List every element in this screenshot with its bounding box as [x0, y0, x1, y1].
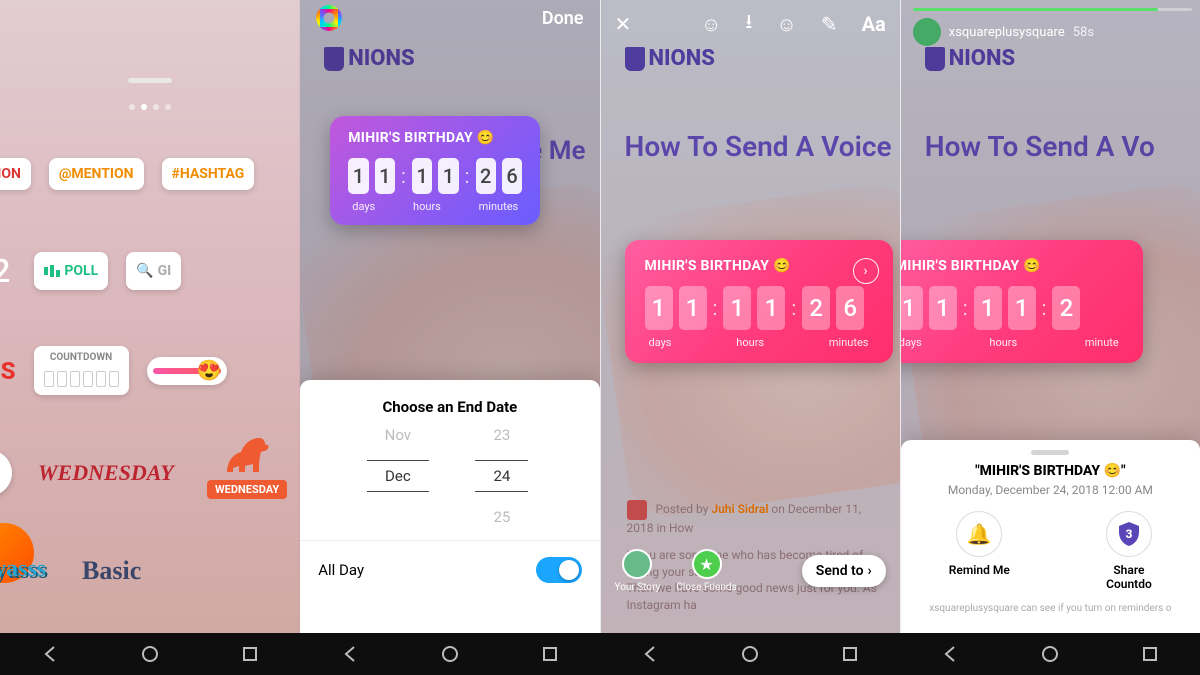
panel-sticker-tray: ATION @MENTION #HASHTAG 3 2 POLL 🔍 GI IO… [0, 0, 300, 633]
sticker-location[interactable]: ATION [0, 158, 31, 190]
android-navbar [0, 633, 300, 675]
day-next[interactable]: 25 [493, 508, 510, 526]
sticker-emoji-slider[interactable]: 😍 [147, 357, 227, 385]
close-friends-button[interactable]: ★ Close Friends [676, 549, 736, 593]
label-hours: hours [413, 200, 441, 213]
sticker-mention[interactable]: @MENTION [49, 158, 144, 190]
date-picker[interactable]: Nov Dec 23 24 25 [300, 426, 599, 526]
story-bottom-bar: Your Story ★ Close Friends Send to› [601, 549, 900, 593]
story-progress [913, 8, 1192, 11]
countdown-title: MIHIR'S BIRTHDAY 😊 [348, 130, 522, 146]
countdown-label: COUNTDOWN [50, 352, 112, 363]
sheet-countdown-datetime: Monday, December 24, 2018 12:00 AM [901, 483, 1200, 497]
done-button[interactable]: Done [542, 8, 584, 29]
android-navbar [900, 633, 1200, 675]
date-picker-sheet: Choose an End Date Nov Dec 23 24 25 All … [300, 380, 599, 633]
sticker-basic[interactable]: Basic [82, 556, 141, 586]
sticker-gif-search[interactable]: 🔍 GI [126, 252, 181, 290]
camel-label: WEDNESDAY [207, 480, 287, 499]
countdown-title: MIHIR'S BIRTHDAY 😊 [645, 258, 873, 274]
countdown-digits: 11 : 11 : 2 [901, 286, 1123, 330]
sticker-poll[interactable]: POLL [34, 252, 108, 290]
sticker-yasss[interactable]: yasss [0, 556, 46, 586]
shield-icon: 3 [1106, 511, 1152, 557]
sticker-countdown[interactable]: COUNTDOWN [34, 346, 129, 395]
android-navbar [300, 633, 600, 675]
story-header: xsquareplusysquare 58s [913, 18, 1192, 46]
sheet-handle[interactable] [128, 78, 172, 83]
panel-countdown-edit: NIONS ce Me Done MIHIR'S BIRTHDAY 😊 11 :… [300, 0, 600, 633]
sheet-disclaimer: xsquareplusysquare can see if you turn o… [901, 603, 1200, 614]
android-navbar [600, 633, 900, 675]
sheet-handle[interactable] [1031, 450, 1069, 455]
month-selected[interactable]: Dec [367, 460, 429, 492]
panel-story-editor: NIONS How To Send A Voice Me ✕ ☺ ⭳ ☺ ✎ A… [601, 0, 901, 633]
label-minutes: minute [1085, 336, 1119, 349]
face-filter-icon[interactable]: ☺ [701, 12, 721, 37]
nav-back-icon[interactable] [339, 643, 361, 665]
label-minutes: minutes [479, 200, 519, 213]
sticker-questions-circle[interactable] [0, 450, 12, 496]
nav-recents-icon[interactable] [1139, 643, 1161, 665]
sheet-title: Choose an End Date [300, 380, 599, 426]
countdown-digits: 11 : 11 : 26 [348, 158, 522, 194]
gif-label: GI [158, 263, 172, 279]
nav-home-icon[interactable] [439, 643, 461, 665]
nav-back-icon[interactable] [639, 643, 661, 665]
sticker-icon[interactable]: ☺ [776, 12, 796, 37]
label-days: days [901, 336, 922, 349]
all-day-toggle[interactable] [536, 557, 582, 583]
label-days: days [649, 336, 672, 349]
username[interactable]: xsquareplusysquare [949, 25, 1065, 40]
sticker-hashtag[interactable]: #HASHTAG [162, 158, 255, 190]
svg-text:3: 3 [1125, 527, 1132, 541]
panel-story-viewer: NIONS How To Send A Vo xsquareplusysquar… [901, 0, 1200, 633]
chevron-right-icon[interactable]: › [853, 258, 879, 284]
day-selected[interactable]: 24 [475, 460, 528, 492]
bell-icon: 🔔 [956, 511, 1002, 557]
nav-recents-icon[interactable] [539, 643, 561, 665]
label-hours: hours [736, 336, 764, 349]
timestamp: 58s [1073, 25, 1094, 40]
nav-recents-icon[interactable] [839, 643, 861, 665]
your-story-button[interactable]: Your Story [615, 549, 661, 593]
day-prev[interactable]: 23 [493, 426, 510, 444]
nav-home-icon[interactable] [1039, 643, 1061, 665]
page-indicator [129, 104, 171, 110]
countdown-sticker[interactable]: MIHIR'S BIRTHDAY 😊 11 : 11 : 2 days hour… [901, 240, 1143, 363]
countdown-action-sheet: "MIHIR'S BIRTHDAY 😊" Monday, December 24… [901, 440, 1200, 633]
all-day-label: All Day [318, 561, 364, 579]
share-countdown-button[interactable]: 3 Share Countdo [1106, 511, 1152, 591]
sticker-wednesday-camel[interactable]: WEDNESDAY [207, 432, 287, 499]
text-icon[interactable]: Aa [862, 12, 886, 36]
countdown-sticker[interactable]: › MIHIR'S BIRTHDAY 😊 11 : 11 : 26 days h… [625, 240, 893, 363]
close-icon[interactable]: ✕ [615, 12, 632, 36]
nav-back-icon[interactable] [939, 643, 961, 665]
sticker-brand-ions[interactable]: IONS [0, 357, 16, 385]
label-hours: hours [989, 336, 1017, 349]
sticker-time-digits[interactable]: 3 2 [0, 252, 10, 290]
nav-back-icon[interactable] [39, 643, 61, 665]
avatar[interactable] [913, 18, 941, 46]
color-picker-ring[interactable] [316, 5, 342, 31]
nav-recents-icon[interactable] [239, 643, 261, 665]
nav-home-icon[interactable] [739, 643, 761, 665]
countdown-title: MIHIR'S BIRTHDAY 😊 [901, 258, 1123, 274]
remind-me-button[interactable]: 🔔 Remind Me [949, 511, 1010, 591]
label-minutes: minutes [829, 336, 869, 349]
nav-home-icon[interactable] [139, 643, 161, 665]
countdown-digits: 11 : 11 : 26 [645, 286, 873, 330]
countdown-sticker-preview[interactable]: MIHIR'S BIRTHDAY 😊 11 : 11 : 26 days hou… [330, 116, 540, 225]
sheet-countdown-title: "MIHIR'S BIRTHDAY 😊" [901, 463, 1200, 479]
send-to-button[interactable]: Send to› [802, 555, 886, 587]
label-days: days [352, 200, 375, 213]
sticker-wednesday-text[interactable]: WEDNESDAY [38, 460, 174, 486]
month-prev[interactable]: Nov [385, 426, 411, 444]
draw-icon[interactable]: ✎ [821, 12, 838, 36]
download-icon[interactable]: ⭳ [745, 7, 752, 41]
